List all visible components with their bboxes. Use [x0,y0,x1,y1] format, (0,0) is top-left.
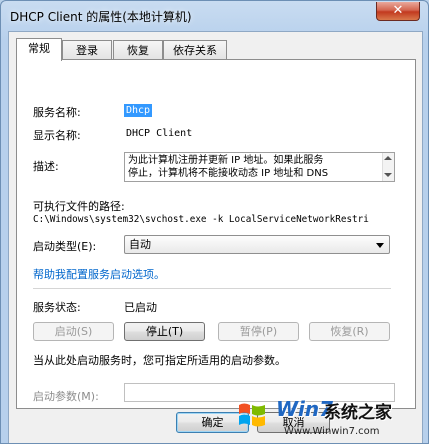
start-button[interactable]: 启动(S) [33,322,114,341]
tab-dependencies[interactable]: 依存关系 [163,40,227,60]
service-name-label: 服务名称: [33,106,81,119]
windows-logo-icon [239,403,265,427]
service-name-value[interactable]: Dhcp [124,104,153,117]
divider [33,288,391,289]
window-title: DHCP Client 的属性(本地计算机) [10,10,192,24]
display-name-value: DHCP Client [126,128,193,139]
description-line-1: 为此计算机注册并更新 IP 地址。如果此服务 [128,155,324,166]
service-status-label: 服务状态: [33,301,81,314]
description-line-2: 停止，计算机将不能接收动态 IP 地址和 DNS [128,168,329,179]
site-watermark: Win7 系统之家 Www.Winwin7.com [236,395,422,443]
dialog-client-area: 常规 登录 恢复 依存关系 服务名称: Dhcp 显示名称: DHCP Clie… [8,31,423,443]
display-name-label: 显示名称: [33,129,81,142]
watermark-url: Www.Winwin7.com [284,426,380,437]
startup-type-value: 自动 [129,238,151,251]
general-tab-panel: 服务名称: Dhcp 显示名称: DHCP Client 描述: 为此计算机注册… [16,59,416,409]
scroll-up-icon[interactable] [384,156,392,160]
close-button[interactable]: ✕ [376,2,420,21]
tab-general[interactable]: 常规 [16,38,62,61]
exe-path-label: 可执行文件的路径: [33,200,125,213]
stop-button[interactable]: 停止(T) [124,322,205,341]
watermark-subtitle: 系统之家 [324,403,392,423]
description-textbox[interactable]: 为此计算机注册并更新 IP 地址。如果此服务 停止，计算机将不能接收动态 IP … [124,152,395,182]
resume-button[interactable]: 恢复(R) [309,322,390,341]
service-status-value: 已启动 [124,301,157,314]
chevron-down-icon[interactable] [376,243,384,248]
tab-logon[interactable]: 登录 [62,40,112,60]
startup-type-label: 启动类型(E): [33,240,97,253]
start-params-label: 启动参数(M): [33,390,99,403]
start-params-hint: 当从此处启动服务时，您可指定所适用的启动参数。 [33,354,286,367]
title-bar[interactable]: DHCP Client 的属性(本地计算机) ✕ [1,1,428,31]
exe-path-value: C:\Windows\system32\svchost.exe -k Local… [33,214,369,225]
dialog-window: DHCP Client 的属性(本地计算机) ✕ 常规 登录 恢复 依存关系 服… [0,0,429,444]
startup-type-select[interactable]: 自动 [124,235,390,254]
tab-recovery[interactable]: 恢复 [113,40,163,60]
scroll-down-icon[interactable] [384,173,392,177]
help-configure-startup-link[interactable]: 帮助我配置服务启动选项。 [33,266,165,282]
description-label: 描述: [33,160,59,173]
pause-button[interactable]: 暂停(P) [218,322,299,341]
description-scrollbar[interactable] [382,153,394,181]
